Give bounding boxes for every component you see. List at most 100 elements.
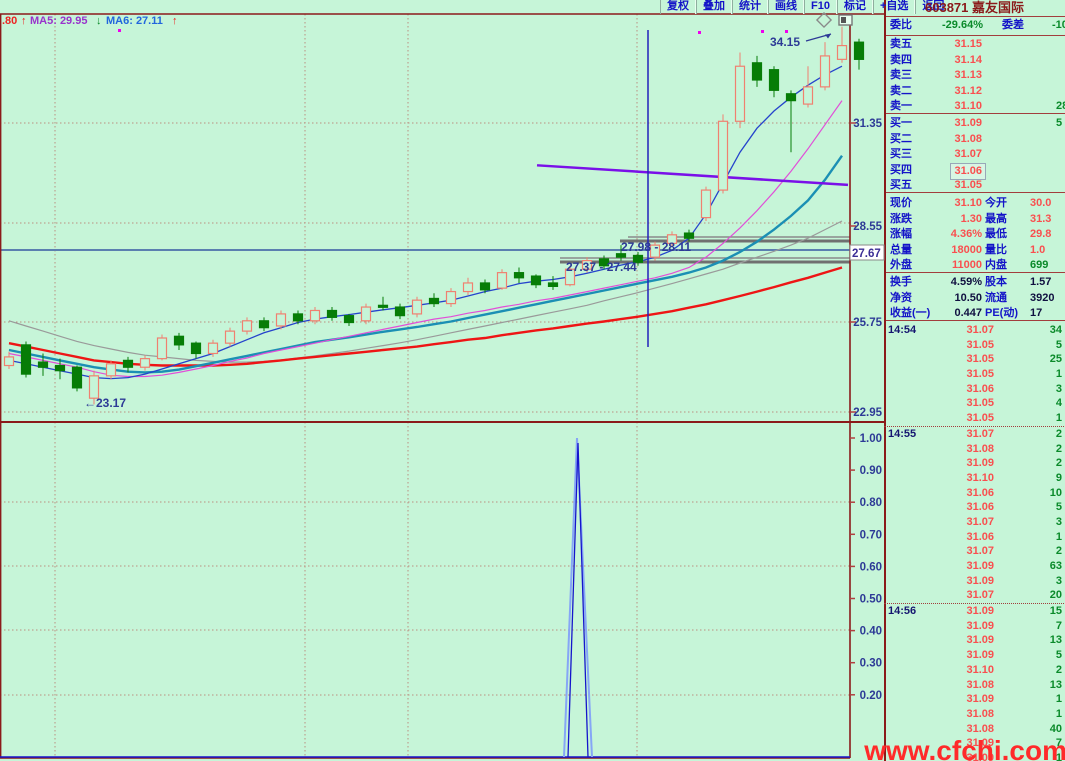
table-row: 买三 31.07 (884, 147, 1065, 162)
price-axis-label: 22.95 (853, 407, 882, 419)
bid-label: 买二 (890, 132, 912, 145)
bid-label: 买四 (890, 163, 912, 176)
annotation-gap-low: 27.37 - 27.44 (566, 260, 637, 274)
bid-price: 31.05 (954, 179, 982, 191)
candle-body (717, 120, 729, 191)
tick-price: 31.05 (966, 338, 994, 351)
ask-label: 卖三 (890, 69, 912, 81)
candle-body (683, 232, 695, 239)
tick-row: 31.06 5 (884, 500, 1065, 515)
separator (886, 272, 1065, 273)
weibi-value: -29.64% (942, 19, 983, 31)
weicha-value: -10 (1052, 19, 1065, 31)
table-row: 换手 4.59% 股本 1.57 (884, 275, 1065, 290)
weicha-label: 委差 (1002, 19, 1024, 31)
tick-volume: 2 (1055, 663, 1062, 676)
candle-body (751, 62, 763, 81)
ask-price: 31.12 (954, 84, 982, 97)
tick-price: 31.05 (966, 412, 994, 425)
drawing-handle-dot (118, 29, 121, 32)
bid-label: 买五 (890, 179, 912, 191)
tick-volume: 1 (1055, 368, 1062, 381)
tick-volume: 34 (1049, 324, 1062, 336)
tick-price: 31.09 (966, 574, 994, 587)
info-label: 最低 (985, 228, 1007, 240)
table-row: 涨幅 4.36% 最低 29.8 (884, 227, 1065, 242)
stat-label: PE(动) (985, 307, 1018, 319)
candle-body (3, 356, 15, 367)
toolbar-button-复权[interactable]: 复权 (660, 0, 696, 14)
candle-body (173, 335, 185, 346)
tick-row: 31.06 1 (884, 530, 1065, 545)
tick-row: 14:55 31.07 2 (884, 425, 1065, 442)
candle-body (768, 69, 780, 91)
tick-volume: 9 (1055, 471, 1062, 484)
info-label: 外盘 (890, 259, 912, 271)
tick-row: 31.05 25 (884, 352, 1065, 367)
separator (886, 16, 1065, 17)
tick-row: 14:56 31.09 15 (884, 603, 1065, 619)
candle-body (343, 315, 355, 324)
tick-price: 31.07 (966, 324, 994, 336)
tick-row: 31.10 2 (884, 663, 1065, 678)
ma6-label: MA6: 27.11 (106, 15, 163, 27)
table-row: 净资 10.50 流通 3920 (884, 291, 1065, 306)
candle-body (411, 299, 423, 315)
tick-price: 31.07 (966, 589, 994, 602)
candle-body (513, 272, 525, 279)
tick-price: 31.09 (966, 649, 994, 662)
ask-volume: 28 (1056, 100, 1065, 112)
trendline (536, 164, 849, 187)
kline-chart[interactable]: 31.35 28.55 25.75 22.95 27.67 1.00 0.90 0.80 0.7… (0, 0, 886, 761)
table-row: 卖四 31.14 (884, 53, 1065, 68)
price-axis-label: 25.75 (853, 317, 882, 329)
ask-label: 卖五 (890, 38, 912, 50)
diamond-icon[interactable] (815, 11, 833, 29)
toolbar-button-F10[interactable]: F10 (804, 0, 837, 14)
ma5-arrow: ↓ (96, 15, 102, 27)
tick-volume: 3 (1055, 382, 1062, 395)
candle-body (802, 86, 814, 105)
candle-body (445, 290, 457, 305)
candle-body (37, 361, 49, 368)
watermark: www.cfchi.com (864, 735, 1065, 761)
candle-body (394, 306, 406, 317)
info-value: 18000 (951, 243, 982, 256)
candle-body (224, 330, 236, 344)
tick-price: 31.06 (966, 530, 994, 543)
info-label: 最高 (985, 212, 1007, 225)
tick-row: 31.09 13 (884, 633, 1065, 648)
toolbar-button-标记[interactable]: 标记 (836, 0, 873, 14)
toolbar-button-叠加[interactable]: 叠加 (696, 0, 732, 14)
tick-price: 31.09 (966, 560, 994, 572)
split-window-icon-fill (841, 17, 846, 23)
candle-body (377, 304, 389, 308)
tick-volume: 1 (1055, 707, 1062, 720)
tick-volume: 63 (1049, 560, 1062, 572)
tick-volume: 5 (1055, 649, 1062, 662)
candle-body (496, 272, 508, 289)
bid-label: 买三 (890, 148, 912, 160)
info-label: 涨幅 (890, 228, 912, 240)
tick-volume: 3 (1055, 574, 1062, 587)
annotation-high: 34.15 (770, 35, 800, 49)
tick-price: 31.10 (966, 471, 994, 484)
tick-row: 31.07 20 (884, 588, 1065, 603)
tick-price: 31.07 (966, 515, 994, 528)
toolbar-button-画线[interactable]: 画线 (768, 0, 804, 14)
ask-price: 31.15 (954, 38, 982, 50)
tick-row: 31.08 1 (884, 707, 1065, 722)
toolbar: 复权 叠加 统计 画线 F10 标记 +自选 返回 (0, 0, 952, 14)
annotation-arrowhead (825, 34, 831, 39)
ask-price: 31.14 (954, 53, 982, 66)
indicator-axis-label: 0.20 (860, 690, 882, 702)
toolbar-button-统计[interactable]: 统计 (732, 0, 768, 14)
ma5-label: MA5: 29.95 (30, 15, 87, 27)
candle-body (139, 358, 151, 368)
candle-body (853, 41, 865, 60)
tick-volume: 13 (1049, 678, 1062, 691)
tick-list[interactable]: 14:54 31.07 34 31.05 5 31.05 25 31.05 1 31.06 3 31.… (884, 323, 1065, 761)
separator (886, 320, 1065, 321)
tick-volume: 5 (1055, 501, 1062, 514)
table-row: 收益(一) 0.447 PE(动) 17 (884, 306, 1065, 321)
